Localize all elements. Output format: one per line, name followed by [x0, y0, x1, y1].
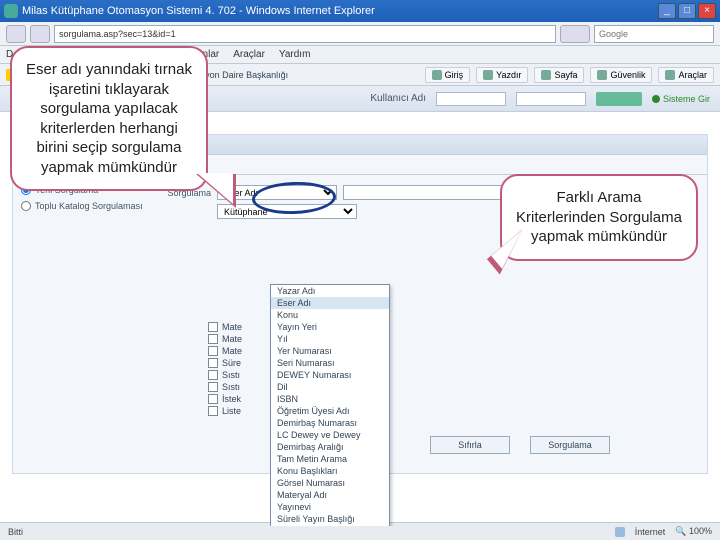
- checkbox-icon[interactable]: [208, 370, 218, 380]
- shield-icon: [597, 70, 607, 80]
- checkbox-icon[interactable]: [208, 322, 218, 332]
- dropdown-item[interactable]: Yer Numarası: [271, 345, 389, 357]
- address-bar[interactable]: [54, 25, 556, 43]
- dropdown-item[interactable]: Seri Numarası: [271, 357, 389, 369]
- browser-navbar: [0, 22, 720, 46]
- login-link[interactable]: Sisteme Gir: [652, 94, 710, 104]
- checkbox-icon[interactable]: [208, 334, 218, 344]
- forward-button[interactable]: [30, 25, 50, 43]
- reset-button[interactable]: Sıfırla: [430, 436, 510, 454]
- window-title: Milas Kütüphane Otomasyon Sistemi 4. 702…: [22, 5, 375, 17]
- criteria-row[interactable]: Mate: [208, 322, 242, 332]
- login-dot-icon: [652, 95, 660, 103]
- checkbox-icon[interactable]: [208, 406, 218, 416]
- dropdown-item[interactable]: Demirbaş Numarası: [271, 417, 389, 429]
- left-options: Yeni Sorgulama Toplu Katalog Sorgulaması: [13, 175, 153, 473]
- search-button[interactable]: Sorgulama: [530, 436, 610, 454]
- menu-araclar[interactable]: Araçlar: [233, 49, 265, 60]
- zoom-level[interactable]: 🔍 100%: [675, 526, 712, 537]
- criteria-row[interactable]: Sıstı: [208, 370, 242, 380]
- dropdown-item[interactable]: Konu: [271, 309, 389, 321]
- dropdown-item[interactable]: DEWEY Numarası: [271, 369, 389, 381]
- close-button[interactable]: ×: [698, 3, 716, 19]
- dropdown-item[interactable]: Eser Adı: [271, 297, 389, 309]
- menu-yardim[interactable]: Yardım: [279, 49, 311, 60]
- tool-safety[interactable]: Güvenlik: [590, 67, 652, 83]
- callout-left: Eser adı yanındaki tırnak işaretini tıkl…: [10, 46, 208, 191]
- checkbox-icon[interactable]: [208, 394, 218, 404]
- milas-logo: [596, 92, 642, 106]
- checkbox-icon[interactable]: [208, 346, 218, 356]
- gear-icon: [665, 70, 675, 80]
- criteria-row[interactable]: Liste: [208, 406, 242, 416]
- dropdown-item[interactable]: Yayın Yeri: [271, 321, 389, 333]
- dropdown-item[interactable]: Konu Başlıkları: [271, 465, 389, 477]
- ie-icon: [4, 4, 18, 18]
- window-titlebar: Milas Kütüphane Otomasyon Sistemi 4. 702…: [0, 0, 720, 22]
- dropdown-item[interactable]: Yayınevi: [271, 501, 389, 513]
- dropdown-item[interactable]: Dergi Künye Bilgisi: [271, 525, 389, 526]
- dropdown-item[interactable]: Öğretim Üyesi Adı: [271, 405, 389, 417]
- username-input[interactable]: [436, 92, 506, 106]
- dropdown-item[interactable]: Yıl: [271, 333, 389, 345]
- tool-home[interactable]: Giriş: [425, 67, 471, 83]
- tool-print[interactable]: Yazdır: [476, 67, 528, 83]
- minimize-button[interactable]: _: [658, 3, 676, 19]
- page-icon: [541, 70, 551, 80]
- browser-search[interactable]: [594, 25, 714, 43]
- dropdown-item[interactable]: ISBN: [271, 393, 389, 405]
- criteria-row[interactable]: Sıstı: [208, 382, 242, 392]
- status-text: Bitti: [8, 527, 23, 537]
- tool-page[interactable]: Sayfa: [534, 67, 584, 83]
- dropdown-item[interactable]: Görsel Numarası: [271, 477, 389, 489]
- dropdown-item[interactable]: Dil: [271, 381, 389, 393]
- criteria-column: Mate Mate Mate Süre Sıstı Sıstı İstek Liste: [208, 322, 242, 418]
- criteria-row[interactable]: Mate: [208, 346, 242, 356]
- back-button[interactable]: [6, 25, 26, 43]
- checkbox-icon[interactable]: [208, 358, 218, 368]
- internet-icon: [615, 527, 625, 537]
- criteria-row[interactable]: Süre: [208, 358, 242, 368]
- dropdown-item[interactable]: LC Dewey ve Dewey: [271, 429, 389, 441]
- checkbox-icon[interactable]: [208, 382, 218, 392]
- print-icon: [483, 70, 493, 80]
- opt-toplu[interactable]: Toplu Katalog Sorgulaması: [21, 201, 145, 211]
- dropdown-item[interactable]: Materyal Adı: [271, 489, 389, 501]
- dropdown-item[interactable]: Yazar Adı: [271, 285, 389, 297]
- dropdown-item[interactable]: Demirbaş Aralığı: [271, 441, 389, 453]
- criteria-row[interactable]: Mate: [208, 334, 242, 344]
- home-icon: [432, 70, 442, 80]
- zone-text: İnternet: [635, 527, 666, 537]
- search-input[interactable]: [343, 185, 513, 200]
- password-input[interactable]: [516, 92, 586, 106]
- username-label: Kullanıcı Adı: [370, 93, 426, 104]
- dropdown-item[interactable]: Tam Metin Arama: [271, 453, 389, 465]
- dropdown-item[interactable]: Süreli Yayın Başlığı: [271, 513, 389, 525]
- maximize-button[interactable]: □: [678, 3, 696, 19]
- tool-tools[interactable]: Araçlar: [658, 67, 714, 83]
- criteria-dropdown[interactable]: Yazar AdıEser AdıKonuYayın YeriYılYer Nu…: [270, 284, 390, 526]
- criteria-row[interactable]: İstek: [208, 394, 242, 404]
- go-button[interactable]: [560, 25, 590, 43]
